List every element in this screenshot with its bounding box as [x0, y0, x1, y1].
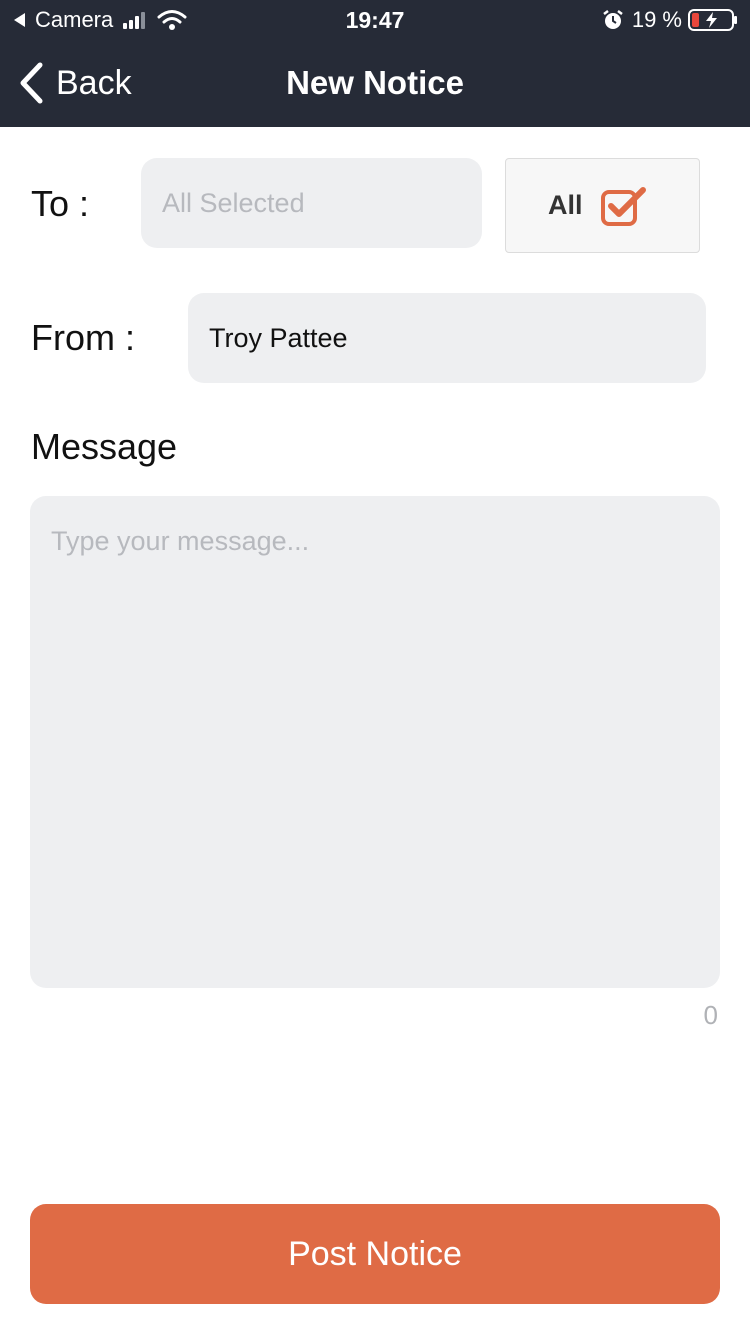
select-all-label: All — [548, 190, 583, 220]
post-notice-label: Post Notice — [288, 1234, 462, 1273]
message-label: Message — [31, 426, 178, 467]
to-recipients-field[interactable]: All Selected — [141, 158, 482, 248]
from-label: From : — [31, 317, 135, 358]
select-all-toggle[interactable]: All — [505, 158, 700, 253]
navigation-bar: Back New Notice — [0, 40, 750, 127]
battery-percent: 19 % — [631, 7, 682, 32]
status-right: 19 % — [602, 7, 738, 33]
checkbox-checked-icon[interactable] — [600, 186, 649, 226]
character-counter: 0 — [703, 1000, 718, 1030]
alarm-icon — [603, 10, 623, 29]
status-bar: Camera 19:47 19 % — [0, 0, 750, 40]
to-label: To : — [31, 183, 90, 224]
post-notice-button[interactable]: Post Notice — [30, 1204, 720, 1304]
app-header: Camera 19:47 19 % Back New Notice — [0, 0, 750, 127]
from-field[interactable]: Troy Pattee — [188, 293, 706, 383]
message-placeholder: Type your message... — [51, 526, 310, 556]
from-value: Troy Pattee — [209, 322, 348, 353]
message-input[interactable]: Type your message... — [30, 496, 720, 988]
battery-charging-icon — [688, 9, 737, 31]
to-placeholder: All Selected — [162, 187, 305, 218]
page-title: New Notice — [286, 64, 464, 101]
